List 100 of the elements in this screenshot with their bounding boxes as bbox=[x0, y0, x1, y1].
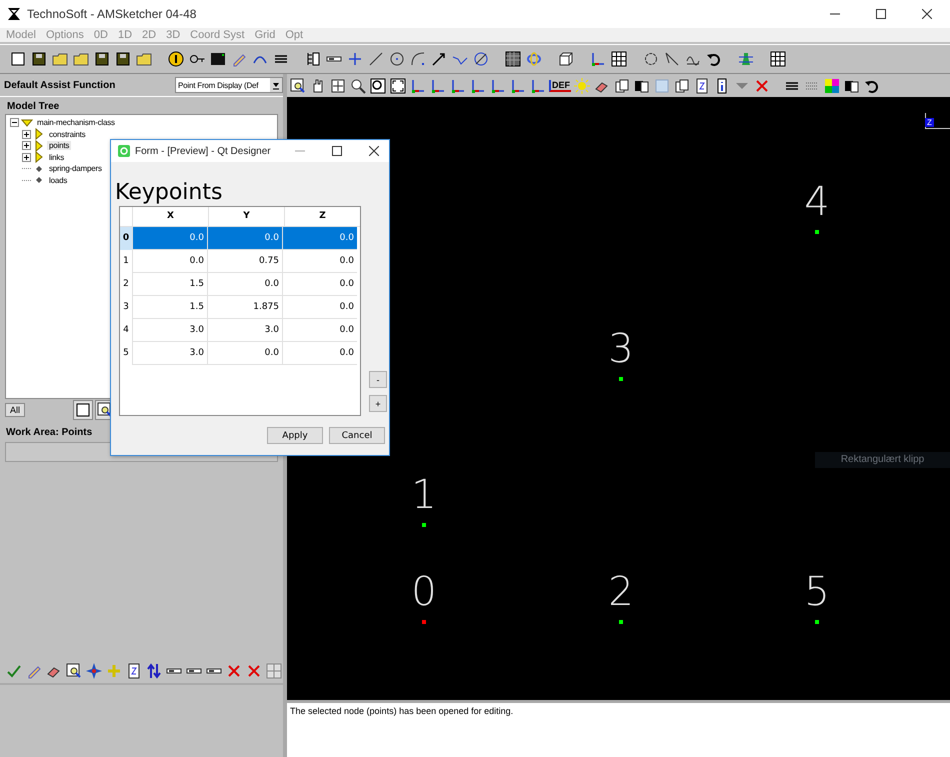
table-cell[interactable]: 0.0 bbox=[282, 342, 357, 365]
slashed-circle-icon[interactable] bbox=[472, 50, 490, 68]
point-label: 1 bbox=[411, 475, 437, 515]
star-icon[interactable] bbox=[85, 662, 103, 680]
arrows-icon[interactable] bbox=[145, 662, 163, 680]
axes-icon[interactable] bbox=[589, 50, 607, 68]
window-title: TechnoSoft - AMSketcher 04-48 bbox=[27, 7, 196, 21]
point-marker[interactable] bbox=[815, 230, 819, 234]
copy-icon[interactable] bbox=[673, 76, 691, 94]
table-cell[interactable]: 0.0 bbox=[282, 227, 357, 250]
row-header[interactable]: 1 bbox=[120, 250, 132, 273]
point-label: 5 bbox=[804, 572, 830, 612]
add-row-button[interactable]: + bbox=[369, 395, 387, 412]
panel-title: Work Area: Points bbox=[5, 426, 94, 440]
dialog-title: Form - [Preview] - Qt Designer bbox=[135, 146, 271, 156]
cube-icon[interactable] bbox=[557, 50, 575, 68]
row-header[interactable]: 5 bbox=[120, 342, 132, 365]
table-cell[interactable]: 1.5 bbox=[132, 296, 207, 319]
fit-icon[interactable] bbox=[389, 76, 407, 94]
remove-row-button[interactable]: - bbox=[369, 371, 387, 388]
tree-item[interactable]: main-mechanism-class bbox=[35, 118, 117, 128]
zoom-icon[interactable] bbox=[369, 76, 387, 94]
table-cell[interactable]: 0.0 bbox=[282, 296, 357, 319]
row-header[interactable]: 4 bbox=[120, 319, 132, 342]
point-label: 4 bbox=[804, 182, 830, 222]
expander-toggle[interactable] bbox=[22, 130, 31, 139]
point-label: 2 bbox=[608, 572, 634, 612]
bottle-icon[interactable] bbox=[737, 50, 755, 68]
dialog-button[interactable]: Cancel bbox=[329, 427, 385, 444]
point-label: 0 bbox=[411, 572, 437, 612]
triangle-icon bbox=[21, 116, 33, 129]
dialog-heading: Keypoints bbox=[115, 180, 224, 206]
screen-icon[interactable] bbox=[209, 50, 227, 68]
sign-icon[interactable] bbox=[167, 50, 185, 68]
palette-icon[interactable] bbox=[823, 76, 841, 94]
table-cell[interactable]: 0.0 bbox=[282, 319, 357, 342]
triangle-icon bbox=[33, 128, 45, 140]
tree-item[interactable]: points bbox=[47, 141, 72, 150]
zoom-icon[interactable] bbox=[65, 662, 83, 680]
table-cell[interactable]: 1.875 bbox=[207, 296, 282, 319]
plus-icon[interactable] bbox=[346, 50, 364, 68]
row-header[interactable]: 2 bbox=[120, 273, 132, 296]
table-cell[interactable]: 0.0 bbox=[132, 250, 207, 273]
table-cell[interactable]: 3.0 bbox=[132, 342, 207, 365]
row-header[interactable]: 3 bbox=[120, 296, 132, 319]
point-marker[interactable] bbox=[815, 620, 819, 624]
tree-item[interactable]: spring-dampers bbox=[47, 164, 104, 174]
circle-icon[interactable] bbox=[388, 50, 406, 68]
table-cell[interactable]: 0.0 bbox=[282, 250, 357, 273]
table-cell[interactable]: 0.75 bbox=[207, 250, 282, 273]
table-cell[interactable]: 3.0 bbox=[132, 319, 207, 342]
tree-item[interactable]: links bbox=[47, 152, 66, 162]
column-header[interactable]: Y bbox=[208, 207, 284, 226]
grid-icon[interactable] bbox=[610, 50, 628, 68]
table-cell[interactable]: 1.5 bbox=[132, 273, 207, 296]
hatch-icon[interactable] bbox=[504, 50, 522, 68]
tree-item[interactable]: loads bbox=[47, 176, 70, 185]
point-label: 3 bbox=[608, 329, 634, 369]
triangle-icon bbox=[33, 140, 45, 152]
point-marker[interactable] bbox=[422, 620, 426, 624]
page-icon[interactable] bbox=[9, 50, 27, 68]
zoom-icon[interactable] bbox=[289, 76, 307, 94]
close-icon[interactable] bbox=[922, 9, 932, 19]
assist-dropdown[interactable]: Point From Display (Def bbox=[175, 77, 283, 93]
table-cell[interactable]: 0.0 bbox=[132, 227, 207, 250]
move-icon[interactable] bbox=[329, 76, 347, 94]
line-icon[interactable] bbox=[367, 50, 385, 68]
point-marker[interactable] bbox=[619, 620, 623, 624]
maximize-icon[interactable] bbox=[332, 146, 342, 156]
save-icon[interactable] bbox=[93, 50, 111, 68]
table-cell[interactable]: 0.0 bbox=[207, 227, 282, 250]
row-header[interactable]: 0 bbox=[120, 227, 132, 250]
dialog-button[interactable]: Apply bbox=[267, 427, 323, 444]
point-marker[interactable] bbox=[422, 523, 426, 527]
expander-toggle[interactable] bbox=[22, 152, 31, 162]
status-message: The selected node (points) has been opened for editing. bbox=[287, 700, 950, 757]
logo-icon bbox=[7, 7, 21, 21]
expander-toggle[interactable] bbox=[10, 118, 19, 128]
all-button[interactable]: All bbox=[5, 403, 26, 417]
arc-icon[interactable] bbox=[409, 50, 427, 68]
axis-label: Z bbox=[925, 118, 934, 127]
table-cell[interactable]: 0.0 bbox=[282, 273, 357, 296]
maximize-icon[interactable] bbox=[876, 9, 886, 19]
save-icon[interactable] bbox=[30, 50, 48, 68]
save-icon[interactable] bbox=[114, 50, 132, 68]
page-icon[interactable] bbox=[74, 401, 92, 419]
table-cell[interactable]: 0.0 bbox=[207, 342, 282, 365]
copy-icon[interactable] bbox=[613, 76, 631, 94]
column-header[interactable]: X bbox=[132, 207, 208, 226]
app-icon bbox=[118, 145, 130, 157]
point-marker[interactable] bbox=[619, 377, 623, 381]
assist-label: Default Assist Function bbox=[4, 80, 116, 90]
grid-icon[interactable] bbox=[769, 50, 787, 68]
zoom-icon[interactable] bbox=[349, 76, 367, 94]
table-cell[interactable]: 0.0 bbox=[207, 273, 282, 296]
table-cell[interactable]: 3.0 bbox=[207, 319, 282, 342]
close-icon[interactable] bbox=[369, 146, 379, 156]
tree-item[interactable]: constraints bbox=[47, 130, 88, 139]
expander-toggle[interactable] bbox=[22, 141, 31, 150]
column-header[interactable]: Z bbox=[284, 207, 360, 226]
